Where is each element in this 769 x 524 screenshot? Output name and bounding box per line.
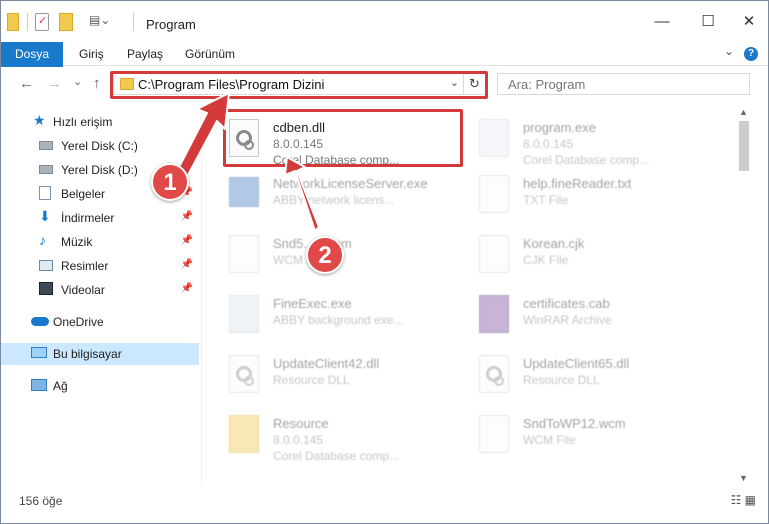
annotation-arrows <box>176 92 320 232</box>
arrow-to-address <box>176 92 230 178</box>
view-toggle-icons[interactable]: ☷ ▦ <box>731 493 756 507</box>
item-count: 156 öğe <box>19 494 63 508</box>
arrow-to-file <box>284 156 320 232</box>
status-bar: 156 öğe ☷ ▦ <box>1 491 768 515</box>
explorer-window: ✓ ▤⌄ Program — ☐ ✕ Dosya Giriş Paylaş Gö… <box>0 0 769 524</box>
step-1-badge: 1 <box>151 163 189 201</box>
step-2-badge: 2 <box>306 236 344 274</box>
